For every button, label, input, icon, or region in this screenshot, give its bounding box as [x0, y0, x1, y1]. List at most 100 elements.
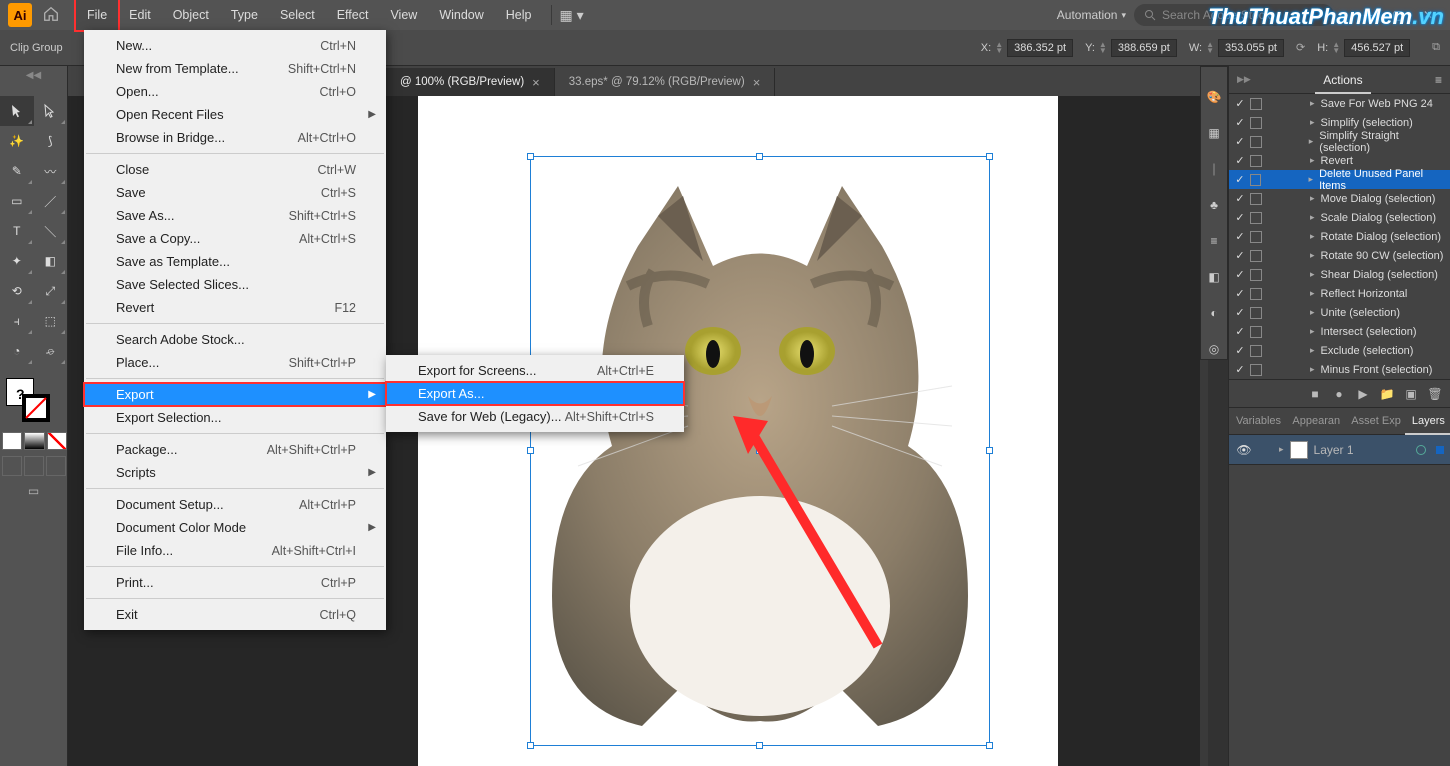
direct-selection-tool[interactable]: [34, 96, 68, 126]
expand-icon[interactable]: ▸: [1310, 288, 1315, 299]
stop-icon[interactable]: ■: [1308, 387, 1322, 401]
color-panel-icon[interactable]: 🎨: [1204, 87, 1224, 107]
menu-select[interactable]: Select: [269, 0, 326, 30]
menuitem-search-adobe-stock[interactable]: Search Adobe Stock...: [84, 328, 386, 351]
toggle-check-icon[interactable]: ✓: [1233, 325, 1247, 339]
toggle-check-icon[interactable]: ✓: [1233, 230, 1247, 244]
menuitem-close[interactable]: CloseCtrl+W: [84, 158, 386, 181]
search-input[interactable]: Search Adobe Stock: [1134, 4, 1334, 26]
lasso-tool[interactable]: ⟆: [34, 126, 68, 156]
layer-name[interactable]: Layer 1: [1314, 443, 1354, 457]
menuitem-open[interactable]: Open...Ctrl+O: [84, 80, 386, 103]
action-item[interactable]: ✓▸Rotate 90 CW (selection): [1229, 246, 1450, 265]
expand-icon[interactable]: ▸: [1310, 326, 1315, 337]
shaper-tool[interactable]: ✦: [0, 246, 34, 276]
collapse-tools[interactable]: ◀◀: [26, 70, 41, 81]
menuitem-export-as[interactable]: Export As...: [386, 382, 684, 405]
width-tool[interactable]: ⫞: [0, 306, 34, 336]
expand-icon[interactable]: ▸: [1309, 174, 1314, 185]
menu-edit[interactable]: Edit: [118, 0, 162, 30]
home-icon[interactable]: [42, 5, 62, 25]
symbols-panel-icon[interactable]: ♣: [1204, 195, 1224, 215]
fill-stroke-swatches[interactable]: ?: [0, 374, 67, 428]
scale-tool[interactable]: ⤢: [34, 276, 68, 306]
toggle-check-icon[interactable]: ✓: [1233, 154, 1247, 168]
menuitem-save-selected-slices[interactable]: Save Selected Slices...: [84, 273, 386, 296]
action-item[interactable]: ✓▸Reflect Horizontal: [1229, 284, 1450, 303]
toggle-check-icon[interactable]: ✓: [1233, 116, 1247, 130]
action-item[interactable]: ✓▸Unite (selection): [1229, 303, 1450, 322]
close-tab-icon[interactable]: ×: [753, 75, 761, 90]
menu-file[interactable]: File: [76, 0, 118, 30]
menuitem-save-as-template[interactable]: Save as Template...: [84, 250, 386, 273]
toggle-check-icon[interactable]: ✓: [1233, 211, 1247, 225]
magic-wand-tool[interactable]: ✨: [0, 126, 34, 156]
expand-icon[interactable]: ▸: [1310, 155, 1315, 166]
eyedropper-tool[interactable]: ⌮: [34, 336, 68, 366]
menuitem-print[interactable]: Print...Ctrl+P: [84, 571, 386, 594]
menuitem-save-for-web-legacy[interactable]: Save for Web (Legacy)...Alt+Shift+Ctrl+S: [386, 405, 684, 428]
transform-h[interactable]: H:▲▼456.527 pt: [1317, 39, 1410, 57]
toggle-check-icon[interactable]: ✓: [1233, 192, 1247, 206]
menu-help[interactable]: Help: [495, 0, 543, 30]
eraser-tool[interactable]: ◧: [34, 246, 68, 276]
dialog-toggle-icon[interactable]: [1250, 231, 1262, 243]
menuitem-export-selection[interactable]: Export Selection...: [84, 406, 386, 429]
action-item[interactable]: ✓▸Shear Dialog (selection): [1229, 265, 1450, 284]
draw-modes[interactable]: [0, 456, 67, 476]
document-tab[interactable]: @ 100% (RGB/Preview)×: [386, 68, 555, 96]
panel-tab-layers[interactable]: Layers: [1405, 407, 1450, 435]
dialog-toggle-icon[interactable]: [1250, 155, 1262, 167]
dialog-toggle-icon[interactable]: [1250, 193, 1262, 205]
pen-tool[interactable]: ✎: [0, 156, 34, 186]
dialog-toggle-icon[interactable]: [1250, 269, 1262, 281]
maximize-button[interactable]: ▢: [1384, 5, 1412, 25]
action-item[interactable]: ✓▸Save For Web PNG 24: [1229, 94, 1450, 113]
workspace-switcher[interactable]: Automation▾: [1057, 8, 1126, 22]
dialog-toggle-icon[interactable]: [1250, 307, 1262, 319]
paintbrush-tool[interactable]: ／: [34, 186, 68, 216]
action-item[interactable]: ✓▸Minus Front (selection): [1229, 360, 1450, 379]
expand-icon[interactable]: ▸: [1310, 98, 1315, 109]
expand-icon[interactable]: ▸: [1279, 444, 1284, 455]
menuitem-package[interactable]: Package...Alt+Shift+Ctrl+P: [84, 438, 386, 461]
expand-icon[interactable]: ▸: [1310, 269, 1315, 280]
transform-y[interactable]: Y:▲▼388.659 pt: [1085, 39, 1177, 57]
dialog-toggle-icon[interactable]: [1250, 364, 1262, 376]
appearance-panel-icon[interactable]: ◎: [1204, 339, 1224, 359]
toggle-check-icon[interactable]: ✓: [1233, 287, 1247, 301]
transform-x[interactable]: X:▲▼386.352 pt: [981, 39, 1073, 57]
record-icon[interactable]: ●: [1332, 387, 1346, 401]
color-mode-row[interactable]: [0, 432, 67, 450]
expand-icon[interactable]: ▸: [1310, 117, 1315, 128]
action-item[interactable]: ✓▸Delete Unused Panel Items: [1229, 170, 1450, 189]
arrange-docs-icon[interactable]: ▦ ▾: [560, 7, 584, 24]
panel-tab-appearan[interactable]: Appearan: [1285, 407, 1344, 435]
type-tool[interactable]: T: [0, 216, 34, 246]
menuitem-export[interactable]: Export▶: [84, 383, 386, 406]
dialog-toggle-icon[interactable]: [1250, 326, 1262, 338]
stroke-panel-icon[interactable]: ≡: [1204, 231, 1224, 251]
shape-builder-tool[interactable]: ◔: [0, 336, 34, 366]
document-tab[interactable]: 33.eps* @ 79.12% (RGB/Preview)×: [555, 68, 776, 96]
action-item[interactable]: ✓▸Exclude (selection): [1229, 341, 1450, 360]
menuitem-exit[interactable]: ExitCtrl+Q: [84, 603, 386, 626]
visibility-icon[interactable]: 👁: [1235, 443, 1253, 457]
menuitem-document-setup[interactable]: Document Setup...Alt+Ctrl+P: [84, 493, 386, 516]
rotate-tool[interactable]: ⟲: [0, 276, 34, 306]
menuitem-place[interactable]: Place...Shift+Ctrl+P: [84, 351, 386, 374]
link-wh-icon[interactable]: ⟳: [1296, 41, 1305, 54]
menuitem-new-from-template[interactable]: New from Template...Shift+Ctrl+N: [84, 57, 386, 80]
action-item[interactable]: ✓▸Simplify Straight (selection): [1229, 132, 1450, 151]
menuitem-save[interactable]: SaveCtrl+S: [84, 181, 386, 204]
menuitem-open-recent-files[interactable]: Open Recent Files▶: [84, 103, 386, 126]
expand-icon[interactable]: ▸: [1310, 231, 1315, 242]
menu-view[interactable]: View: [379, 0, 428, 30]
panel-tab-variables[interactable]: Variables: [1229, 407, 1285, 435]
panel-tab-asset exp[interactable]: Asset Exp: [1344, 407, 1405, 435]
minimize-button[interactable]: ─: [1354, 5, 1382, 25]
transform-w[interactable]: W:▲▼353.055 pt: [1189, 39, 1284, 57]
curvature-tool[interactable]: 〰: [34, 156, 68, 186]
menuitem-browse-in-bridge[interactable]: Browse in Bridge...Alt+Ctrl+O: [84, 126, 386, 149]
action-item[interactable]: ✓▸Intersect (selection): [1229, 322, 1450, 341]
